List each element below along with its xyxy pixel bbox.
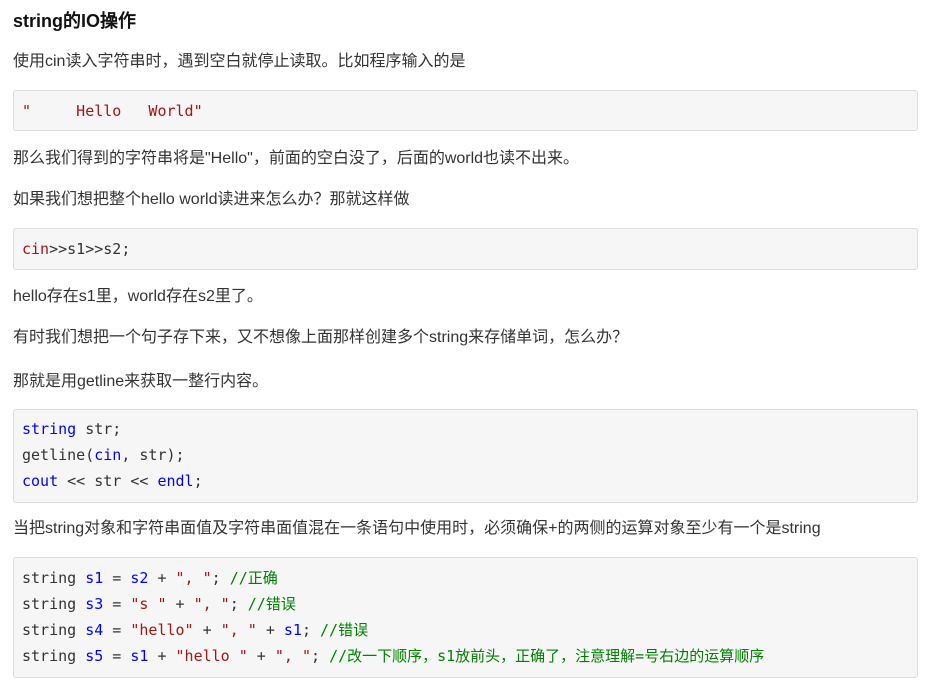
- code-block-concat: string s1 = s2 + ", "; //正确 string s3 = …: [13, 557, 918, 678]
- code-token: ;: [301, 621, 321, 639]
- code-block-getline: string str; getline(cin, str); cout << s…: [13, 409, 918, 503]
- code-token: +: [193, 621, 221, 639]
- code-token: string: [22, 569, 86, 587]
- code-line: string s5 = s1 + "hello " + ", "; //改一下顺…: [22, 643, 917, 669]
- code-line: cout << str << endl;: [22, 468, 917, 494]
- code-token: getline(: [22, 446, 95, 464]
- code-line: string str;: [22, 416, 917, 442]
- code-line: string s4 = "hello" + ", " + s1; //错误: [22, 617, 917, 643]
- code-keyword: cout: [22, 472, 59, 490]
- code-comment: //错误: [320, 621, 369, 639]
- code-block-cin-two: cin>>s1>>s2;: [13, 228, 918, 270]
- paragraph-read-whole: 如果我们想把整个hello world读进来怎么办？那就这样做: [13, 191, 410, 208]
- string-literal: ", ": [220, 621, 257, 639]
- paragraph-sentence-question: 有时我们想把一个句子存下来，又不想像上面那样创建多个string来存储单词，怎么…: [13, 329, 629, 346]
- code-token: +: [148, 569, 176, 587]
- code-variable: s1: [130, 647, 149, 665]
- code-token: ;: [211, 569, 230, 587]
- code-keyword: cin: [94, 446, 122, 464]
- string-literal: "s ": [130, 595, 167, 613]
- code-token: =: [103, 569, 131, 587]
- code-variable: s4: [85, 621, 104, 639]
- code-token: >>s1>>s2;: [49, 240, 131, 258]
- code-line: " Hello World": [22, 98, 917, 124]
- code-token: , str);: [121, 446, 185, 464]
- code-token: =: [103, 595, 131, 613]
- code-token: string: [22, 621, 86, 639]
- paragraph-stored: hello存在s1里，world存在s2里了。: [13, 288, 263, 305]
- code-token: +: [148, 647, 176, 665]
- code-line: string s3 = "s " + ", "; //错误: [22, 591, 917, 617]
- code-token: str;: [76, 420, 122, 438]
- string-literal: " Hello World": [22, 102, 203, 120]
- code-token: +: [247, 647, 275, 665]
- article: string的IO操作 使用cin读入字符串时，遇到空白就停止读取。比如程序输入…: [0, 0, 926, 688]
- code-comment: //错误: [247, 595, 296, 613]
- string-literal: ", ": [175, 569, 212, 587]
- code-token-cin: cin: [22, 240, 50, 258]
- code-variable: s2: [130, 569, 149, 587]
- code-line: getline(cin, str);: [22, 442, 917, 468]
- code-token: ;: [193, 472, 203, 490]
- code-comment: //正确: [229, 569, 278, 587]
- code-token: ;: [311, 647, 330, 665]
- code-keyword: string: [22, 420, 77, 438]
- code-token: =: [103, 647, 131, 665]
- code-variable: s1: [85, 569, 104, 587]
- code-variable: s3: [85, 595, 104, 613]
- code-token: string: [22, 595, 86, 613]
- code-comment: //改一下顺序，s1放前头，正确了，注意理解=号右边的运算顺序: [329, 647, 765, 665]
- string-literal: ", ": [274, 647, 311, 665]
- section-title: string的IO操作: [13, 11, 137, 31]
- code-variable: s5: [85, 647, 104, 665]
- string-literal: ", ": [193, 595, 230, 613]
- string-literal: "hello": [130, 621, 194, 639]
- code-token: +: [256, 621, 284, 639]
- code-token: +: [166, 595, 194, 613]
- code-token: ;: [229, 595, 248, 613]
- code-variable: s1: [283, 621, 302, 639]
- code-block-input-example: " Hello World": [13, 90, 918, 131]
- string-literal: "hello ": [175, 647, 248, 665]
- code-line: cin>>s1>>s2;: [22, 236, 917, 262]
- code-token: << str <<: [58, 472, 158, 490]
- code-token: string: [22, 647, 86, 665]
- code-line: string s1 = s2 + ", "; //正确: [22, 565, 917, 591]
- code-token: =: [103, 621, 131, 639]
- code-keyword: endl: [157, 472, 194, 490]
- paragraph-getline: 那就是用getline来获取一整行内容。: [13, 373, 269, 390]
- paragraph-cin-intro: 使用cin读入字符串时，遇到空白就停止读取。比如程序输入的是: [13, 53, 466, 70]
- paragraph-hello-result: 那么我们得到的字符串将是"Hello"，前面的空白没了，后面的world也读不出…: [13, 150, 580, 167]
- paragraph-concat-rule: 当把string对象和字符串面值及字符串面值混在一条语句中使用时，必须确保+的两…: [13, 520, 821, 537]
